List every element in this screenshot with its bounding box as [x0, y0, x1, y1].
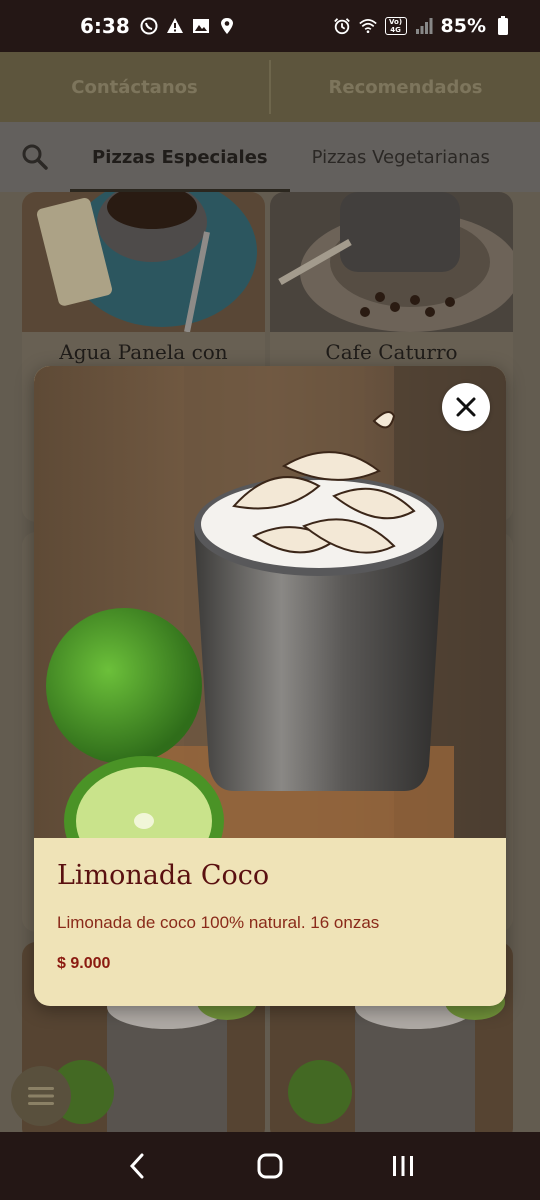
product-description: Limonada de coco 100% natural. 16 onzas — [57, 913, 380, 932]
warning-icon — [166, 17, 184, 35]
wifi-icon — [358, 17, 377, 35]
volte-label: Vo) 4G — [388, 18, 403, 34]
battery-icon — [494, 16, 512, 35]
image-icon — [192, 17, 210, 35]
status-left-icons — [140, 17, 236, 35]
back-icon — [129, 1153, 144, 1179]
status-bar: 6:38 Vo) 4G 85% — [0, 0, 540, 52]
product-info: Limonada Coco Limonada de coco 100% natu… — [34, 838, 506, 1006]
close-button[interactable] — [442, 383, 490, 431]
back-button[interactable] — [117, 1146, 157, 1186]
alarm-icon — [333, 17, 351, 35]
location-icon — [218, 17, 236, 35]
home-button[interactable] — [250, 1146, 290, 1186]
status-right: Vo) 4G 85% — [333, 15, 512, 37]
signal-icon — [415, 17, 433, 35]
system-nav-bar — [0, 1132, 540, 1200]
product-name: Limonada Coco — [57, 860, 270, 891]
battery-percent: 85% — [440, 15, 486, 37]
recents-icon — [393, 1156, 414, 1176]
home-icon — [257, 1153, 283, 1179]
product-image — [34, 366, 506, 886]
status-time: 6:38 — [80, 14, 130, 38]
whatsapp-icon — [140, 17, 158, 35]
product-detail-modal: Limonada Coco Limonada de coco 100% natu… — [34, 366, 506, 1006]
recents-button[interactable] — [383, 1146, 423, 1186]
close-icon — [456, 397, 476, 417]
product-price: $ 9.000 — [57, 955, 111, 972]
volte-icon: Vo) 4G — [384, 17, 407, 35]
